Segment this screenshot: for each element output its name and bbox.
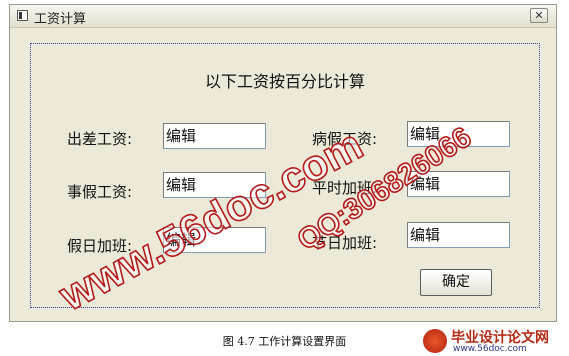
ok-button[interactable]: 确定: [420, 269, 492, 296]
logo-emblem-icon: [423, 329, 447, 353]
window-title: 工资计算: [34, 12, 87, 27]
title-bar[interactable]: 工资计算 ✕: [10, 5, 556, 28]
holiday-overtime-input[interactable]: 编辑: [407, 222, 510, 248]
site-logo: 毕业设计论文网 www.56doc.com: [423, 327, 569, 356]
close-button[interactable]: ✕: [530, 8, 548, 23]
form-heading: 以下工资按百分比计算: [204, 72, 365, 91]
business-trip-pay-label: 出差工资:: [67, 130, 133, 148]
personal-leave-pay-label: 事假工资:: [67, 183, 133, 201]
logo-url: www.56doc.com: [453, 344, 527, 354]
business-trip-pay-input[interactable]: 编辑: [163, 123, 266, 149]
app-icon: [17, 10, 28, 21]
